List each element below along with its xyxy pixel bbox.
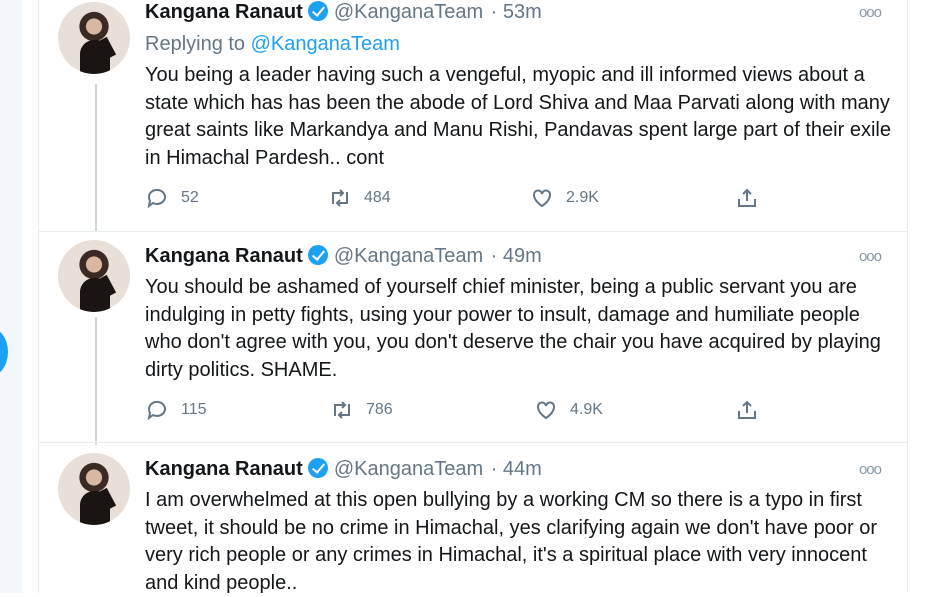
tweet-actions: 115 786 4.9K	[145, 398, 795, 426]
thread-line	[95, 317, 97, 445]
avatar[interactable]	[58, 2, 130, 74]
tweet-text: I am overwhelmed at this open bullying b…	[145, 489, 877, 594]
tweet-header: Kangana Ranaut @KanganaTeam · 49m	[145, 244, 542, 268]
avatar[interactable]	[58, 453, 130, 525]
like-icon	[537, 401, 555, 420]
like-count: 4.9K	[570, 401, 603, 418]
share-button[interactable]	[735, 398, 759, 422]
retweet-count: 786	[366, 401, 393, 418]
share-icon	[738, 188, 756, 207]
author-handle[interactable]: @KanganaTeam	[334, 1, 483, 23]
reply-icon	[147, 400, 166, 421]
author-handle[interactable]: @KanganaTeam	[334, 245, 483, 267]
retweet-icon	[332, 189, 348, 207]
more-icon[interactable]: ooo	[859, 248, 882, 265]
verified-badge-icon	[307, 1, 328, 21]
left-background	[0, 0, 22, 593]
reply-count: 52	[181, 189, 199, 206]
divider	[39, 231, 907, 232]
author-name[interactable]: Kangana Ranaut	[145, 245, 303, 267]
share-icon	[738, 400, 756, 419]
retweet-button[interactable]: 484	[328, 186, 391, 210]
more-icon[interactable]: ooo	[859, 461, 882, 478]
author-name[interactable]: Kangana Ranaut	[145, 1, 303, 23]
avatar[interactable]	[58, 240, 130, 312]
thread-line	[95, 84, 97, 231]
reply-button[interactable]: 52	[145, 186, 199, 210]
replying-label: Replying to	[145, 33, 251, 55]
retweet-button[interactable]: 786	[330, 398, 393, 422]
replying-handle-link[interactable]: @KanganaTeam	[251, 33, 400, 55]
tweet-header: Kangana Ranaut @KanganaTeam · 53m	[145, 0, 542, 24]
author-handle[interactable]: @KanganaTeam	[334, 458, 483, 480]
retweet-icon	[334, 401, 350, 419]
reply-icon	[147, 188, 166, 209]
like-count: 2.9K	[566, 189, 599, 206]
tweet-time[interactable]: · 49m	[491, 245, 542, 267]
verified-badge-icon	[307, 245, 328, 265]
like-button[interactable]: 4.9K	[534, 398, 603, 422]
more-icon[interactable]: ooo	[859, 4, 882, 21]
tweet-text: You being a leader having such a vengefu…	[145, 64, 891, 169]
reply-count: 115	[181, 401, 207, 418]
tweet-feed: Kangana Ranaut @KanganaTeam · 53m ooo Rep…	[38, 0, 908, 594]
tweet-time[interactable]: · 53m	[491, 1, 542, 23]
tweet-time[interactable]: · 44m	[491, 458, 542, 480]
like-button[interactable]: 2.9K	[530, 186, 599, 210]
replying-to: Replying to @KanganaTeam	[145, 32, 400, 56]
verified-badge-icon	[307, 458, 328, 478]
author-name[interactable]: Kangana Ranaut	[145, 458, 303, 480]
reply-button[interactable]: 115	[145, 398, 207, 422]
retweet-count: 484	[364, 189, 391, 206]
share-button[interactable]	[735, 186, 759, 210]
like-icon	[533, 189, 551, 208]
tweet-actions: 52 484 2.9K	[145, 186, 795, 214]
tweet-text: You should be ashamed of yourself chief …	[145, 276, 881, 381]
divider	[39, 442, 907, 443]
tweet-header: Kangana Ranaut @KanganaTeam · 44m	[145, 457, 542, 481]
